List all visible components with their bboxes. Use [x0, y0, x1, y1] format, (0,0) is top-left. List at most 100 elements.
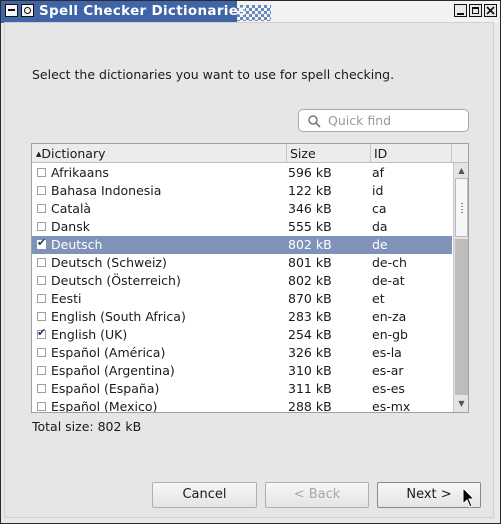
checkbox[interactable]: [37, 294, 46, 303]
dictionary-name: Dansk: [51, 219, 90, 234]
checkbox-checked[interactable]: ✔: [37, 236, 47, 249]
table-row[interactable]: Afrikaans 596 kB af: [32, 164, 452, 182]
dictionary-id: de-at: [372, 273, 405, 288]
dictionary-size: 122 kB: [288, 183, 332, 198]
checkbox[interactable]: [37, 312, 46, 321]
dictionary-size: 802 kB: [288, 273, 332, 288]
shade-icon[interactable]: [21, 4, 34, 17]
checkbox[interactable]: [37, 276, 46, 285]
column-header-size[interactable]: Size: [287, 144, 371, 163]
column-label: Size: [290, 146, 316, 161]
dictionary-size: 555 kB: [288, 219, 332, 234]
table-row[interactable]: Eesti 870 kB et: [32, 290, 452, 308]
close-icon[interactable]: [484, 4, 497, 17]
dictionary-name: Español (Argentina): [51, 363, 175, 378]
dictionary-size: 311 kB: [288, 381, 332, 396]
dictionary-id: es-mx: [372, 399, 411, 413]
dictionary-name: Español (España): [51, 381, 160, 396]
checkbox[interactable]: [37, 168, 46, 177]
cancel-button[interactable]: Cancel: [152, 482, 257, 508]
scroll-up-arrow-icon[interactable]: ▲: [455, 164, 468, 177]
dictionary-id: ca: [372, 201, 387, 216]
checkmark-icon: ✔: [37, 326, 47, 339]
dictionary-size: 346 kB: [288, 201, 332, 216]
dictionary-id: et: [372, 291, 385, 306]
checkbox-checked[interactable]: ✔: [37, 326, 47, 339]
checkbox[interactable]: [37, 402, 46, 411]
checkbox[interactable]: [37, 222, 46, 231]
table-row[interactable]: Deutsch (Schweiz) 801 kB de-ch: [32, 254, 452, 272]
dictionary-size: 596 kB: [288, 165, 332, 180]
dictionary-id: af: [372, 165, 385, 180]
sort-ascending-icon: ▲: [36, 150, 42, 158]
dictionary-name: Bahasa Indonesia: [51, 183, 162, 198]
dictionary-name: Español (América): [51, 345, 166, 360]
dictionary-size: 310 kB: [288, 363, 332, 378]
table-row[interactable]: Dansk 555 kB da: [32, 218, 452, 236]
dictionary-size: 283 kB: [288, 309, 332, 324]
instructions-text: Select the dictionaries you want to use …: [32, 67, 395, 82]
table-row[interactable]: Bahasa Indonesia 122 kB id: [32, 182, 452, 200]
vertical-scrollbar[interactable]: ▲ ▼: [453, 163, 468, 412]
table-row[interactable]: Español (Mexico) 288 kB es-mx: [32, 398, 452, 413]
table-row[interactable]: Deutsch (Österreich) 802 kB de-at: [32, 272, 452, 290]
dictionary-id: da: [372, 219, 388, 234]
column-header-id[interactable]: ID: [371, 144, 452, 163]
checkbox[interactable]: [37, 204, 46, 213]
dictionary-name: Català: [51, 201, 92, 216]
table-row[interactable]: Català 346 kB ca: [32, 200, 452, 218]
total-size-label: Total size: 802 kB: [32, 419, 142, 434]
dictionary-size: 254 kB: [288, 327, 332, 342]
scrollbar-thumb[interactable]: [455, 178, 468, 237]
back-button[interactable]: < Back: [265, 482, 369, 508]
checkmark-icon: ✔: [37, 236, 47, 249]
dictionary-size: 801 kB: [288, 255, 332, 270]
search-icon: [308, 115, 321, 128]
scrollbar-track[interactable]: [455, 239, 468, 395]
dictionary-id: de: [372, 237, 388, 252]
mouse-cursor-icon: [462, 487, 476, 508]
scrollbar-grip-icon: [461, 203, 463, 214]
window-title: Spell Checker Dictionaries: [39, 3, 247, 19]
checkbox[interactable]: [37, 384, 46, 393]
dictionary-id: en-gb: [372, 327, 408, 342]
header-corner: [452, 144, 468, 163]
title-bar[interactable]: Spell Checker Dictionaries: [1, 1, 500, 23]
dictionary-id: en-za: [372, 309, 407, 324]
dictionary-name: Deutsch: [51, 237, 103, 252]
table-row[interactable]: ✔ Deutsch 802 kB de: [32, 236, 452, 254]
table-row[interactable]: Español (América) 326 kB es-la: [32, 344, 452, 362]
quick-find-field[interactable]: Quick find: [298, 109, 469, 132]
dictionary-name: English (UK): [51, 327, 128, 342]
dictionary-name: Deutsch (Österreich): [51, 273, 181, 288]
column-header-dictionary[interactable]: ▲Dictionary: [32, 144, 287, 163]
quick-find-placeholder[interactable]: Quick find: [328, 113, 391, 128]
dictionary-id: id: [372, 183, 384, 198]
dictionary-name: English (South Africa): [51, 309, 186, 324]
dictionary-id: es-ar: [372, 363, 404, 378]
scroll-down-arrow-icon[interactable]: ▼: [455, 397, 468, 410]
table-row[interactable]: ✔ English (UK) 254 kB en-gb: [32, 326, 452, 344]
dictionary-name: Afrikaans: [51, 165, 109, 180]
column-label: ID: [374, 146, 388, 161]
dictionary-id: es-la: [372, 345, 402, 360]
checkbox[interactable]: [37, 258, 46, 267]
column-label: Dictionary: [41, 146, 106, 161]
dictionary-size: 802 kB: [288, 237, 332, 252]
dictionary-size: 288 kB: [288, 399, 332, 413]
table-row[interactable]: Español (España) 311 kB es-es: [32, 380, 452, 398]
dictionary-size: 326 kB: [288, 345, 332, 360]
checkbox[interactable]: [37, 366, 46, 375]
table-row[interactable]: English (South Africa) 283 kB en-za: [32, 308, 452, 326]
dictionary-name: Español (Mexico): [51, 399, 158, 413]
window-menu-icon[interactable]: [5, 4, 18, 17]
minimize-icon[interactable]: [454, 4, 467, 17]
dictionary-size: 870 kB: [288, 291, 332, 306]
checkbox[interactable]: [37, 348, 46, 357]
dictionary-id: es-es: [372, 381, 405, 396]
checkbox[interactable]: [37, 186, 46, 195]
table-row[interactable]: Español (Argentina) 310 kB es-ar: [32, 362, 452, 380]
dictionary-name: Eesti: [51, 291, 82, 306]
maximize-icon[interactable]: [469, 4, 482, 17]
dictionary-table: ▲Dictionary Size ID Afrikaans 596 kB af Bah…: [31, 143, 469, 413]
